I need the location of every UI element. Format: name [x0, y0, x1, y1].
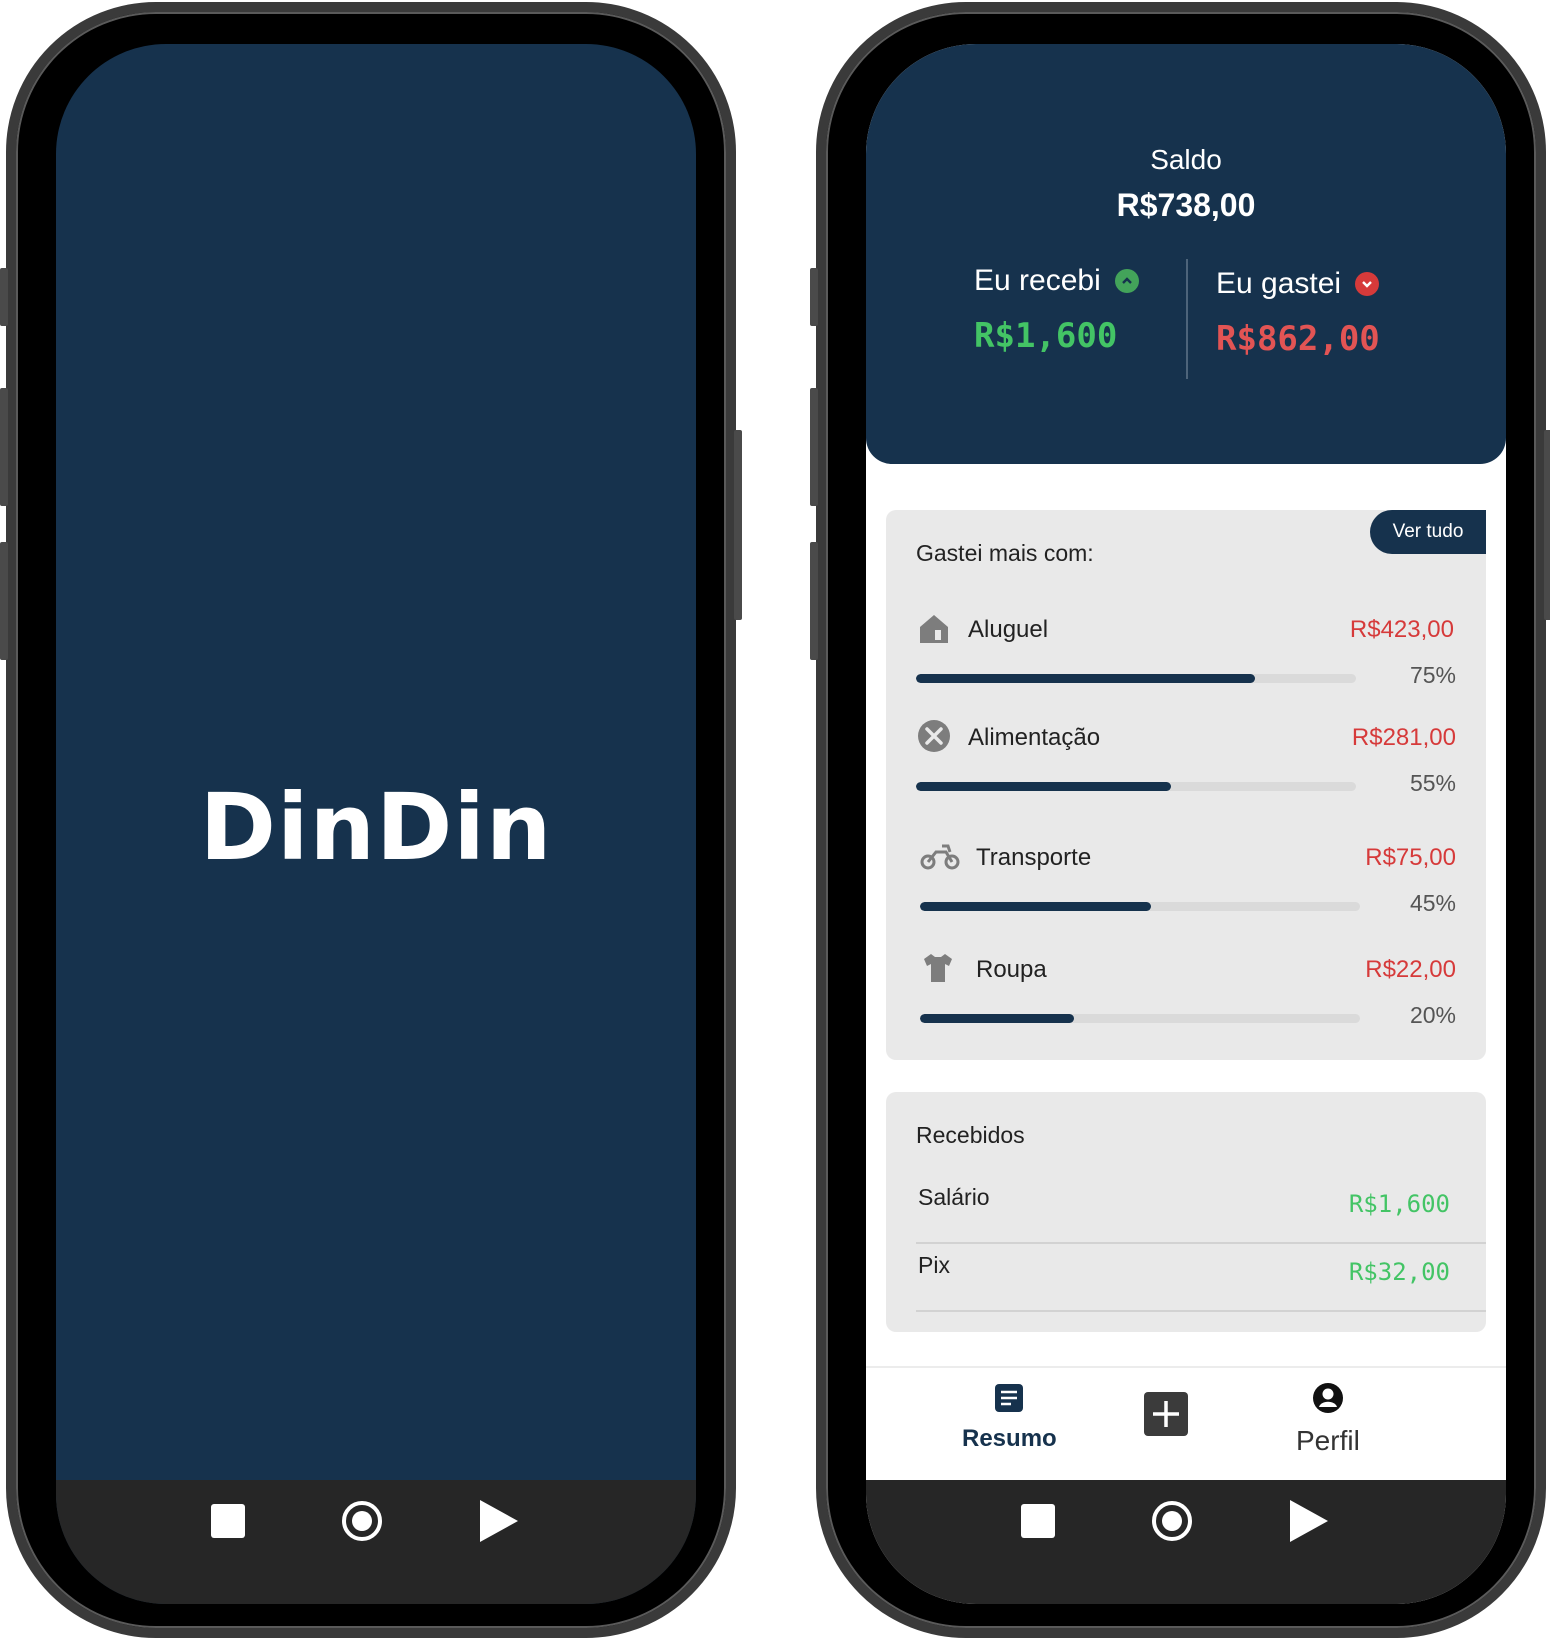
balance-value: R$738,00	[1116, 187, 1256, 223]
bottom-tab-bar: Resumo Perfil	[866, 1366, 1506, 1480]
user-circle-icon	[1312, 1382, 1344, 1419]
received-row[interactable]: Salário R$1,600	[916, 1176, 1486, 1244]
expense-progress-fill	[916, 782, 1172, 791]
phone-side-button	[0, 542, 8, 660]
spent-stat: Eu gastei R$862,00	[1216, 267, 1380, 359]
phone-side-button	[1544, 430, 1550, 620]
received-name: Salário	[918, 1184, 990, 1210]
received-card: Recebidos Salário R$1,600 Pix R$32,00	[886, 1092, 1486, 1332]
tab-summary[interactable]: Resumo	[962, 1382, 1057, 1453]
summary-screen: Saldo R$738,00 Eu recebi R$1,600 Eu gast…	[866, 44, 1506, 1604]
home-circle-icon[interactable]	[342, 1501, 382, 1541]
balance-header: Saldo R$738,00 Eu recebi R$1,600 Eu gast…	[866, 44, 1506, 464]
recents-square-icon[interactable]	[211, 1504, 245, 1538]
recents-square-icon[interactable]	[1021, 1504, 1055, 1538]
received-value: R$1,600	[974, 316, 1118, 356]
phone-side-button	[810, 388, 818, 506]
expense-amount: R$22,00	[1365, 956, 1456, 983]
tab-profile[interactable]: Perfil	[1296, 1382, 1360, 1457]
tab-profile-label: Perfil	[1296, 1425, 1360, 1456]
expense-name: Transporte	[976, 844, 1092, 871]
motorcycle-icon	[920, 838, 960, 874]
received-label: Eu recebi	[974, 264, 1101, 297]
top-spending-card: Ver tudo Gastei mais com: Aluguel R$423,…	[886, 510, 1486, 1060]
add-transaction-button[interactable]	[1144, 1392, 1188, 1441]
app-logo-title: DinDin	[199, 774, 553, 881]
received-amount: R$32,00	[1348, 1258, 1450, 1286]
phone-side-button	[734, 430, 742, 620]
expense-name: Aluguel	[968, 616, 1049, 643]
phone-side-button	[0, 388, 8, 506]
document-icon	[993, 1382, 1025, 1419]
header-divider	[1186, 259, 1188, 379]
splash-screen: DinDin	[56, 44, 696, 1604]
spent-label: Eu gastei	[1216, 267, 1342, 300]
expense-row[interactable]: Transporte R$75,00 45%	[920, 838, 1456, 928]
back-triangle-icon[interactable]	[480, 1500, 518, 1542]
phone-side-button	[810, 268, 818, 326]
expense-progress-bar	[920, 902, 1360, 911]
expense-row[interactable]: Alimentação R$281,00 55%	[916, 718, 1456, 808]
view-all-button[interactable]: Ver tudo	[1370, 510, 1486, 554]
phone-splash: DinDin	[0, 2, 742, 1638]
expense-row[interactable]: Roupa R$22,00 20%	[920, 950, 1456, 1040]
expense-progress-fill	[920, 902, 1151, 911]
expense-name: Roupa	[976, 956, 1047, 983]
received-stat: Eu recebi R$1,600	[974, 264, 1139, 356]
received-title: Recebidos	[916, 1122, 1025, 1148]
phone-summary: Saldo R$738,00 Eu recebi R$1,600 Eu gast…	[810, 2, 1550, 1638]
back-triangle-icon[interactable]	[1290, 1500, 1328, 1542]
chevron-down-circle-icon	[1355, 272, 1380, 296]
expense-percent: 20%	[1409, 1002, 1456, 1028]
system-nav-bar	[866, 1480, 1506, 1604]
expense-progress-fill	[916, 674, 1255, 683]
received-row[interactable]: Pix R$32,00	[916, 1244, 1486, 1312]
tshirt-icon	[920, 950, 956, 986]
phone-side-button	[0, 268, 8, 326]
expense-name: Alimentação	[968, 724, 1101, 751]
expense-progress-bar	[916, 674, 1356, 683]
expense-amount: R$423,00	[1349, 616, 1454, 643]
phone-side-button	[810, 542, 818, 660]
home-circle-icon[interactable]	[1152, 1501, 1192, 1541]
expense-progress-bar	[920, 1014, 1360, 1023]
chevron-up-circle-icon	[1114, 269, 1139, 293]
system-nav-bar	[56, 1480, 696, 1604]
expense-amount: R$75,00	[1365, 844, 1456, 871]
spending-title: Gastei mais com:	[916, 540, 1094, 566]
expense-percent: 75%	[1409, 662, 1456, 688]
spent-value: R$862,00	[1216, 319, 1380, 359]
received-amount: R$1,600	[1348, 1190, 1450, 1218]
expense-amount: R$281,00	[1351, 724, 1456, 751]
expense-percent: 55%	[1409, 770, 1456, 796]
expense-percent: 45%	[1409, 890, 1456, 916]
plus-icon	[1144, 1392, 1188, 1441]
expense-row[interactable]: Aluguel R$423,00 75%	[916, 610, 1456, 700]
house-icon	[916, 610, 952, 646]
received-name: Pix	[918, 1252, 950, 1278]
cutlery-icon	[916, 718, 952, 754]
tab-summary-label: Resumo	[962, 1425, 1057, 1452]
expense-progress-bar	[916, 782, 1356, 791]
balance-label: Saldo	[1150, 144, 1222, 175]
expense-progress-fill	[920, 1014, 1074, 1023]
